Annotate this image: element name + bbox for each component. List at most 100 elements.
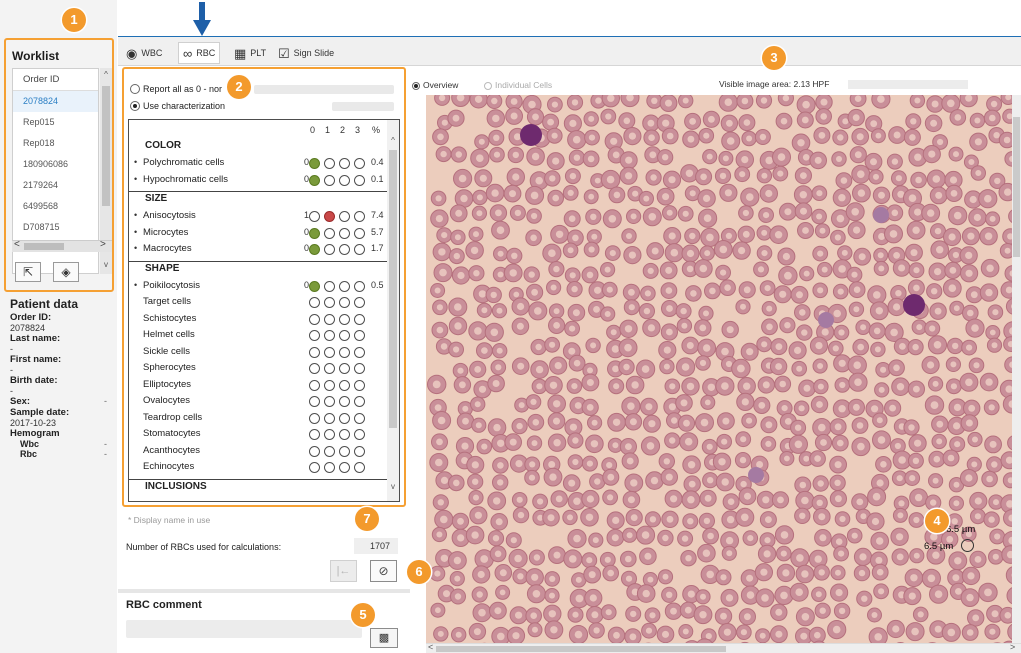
grade-1-radio[interactable]	[324, 429, 335, 440]
grade-2-radio[interactable]	[339, 379, 350, 391]
scroll-down-icon[interactable]: v	[387, 482, 399, 491]
grade-2-radio[interactable]	[339, 412, 350, 424]
grade-3-radio[interactable]	[354, 313, 365, 325]
grade-1-radio[interactable]	[324, 346, 335, 358]
grade-3-radio[interactable]	[354, 174, 365, 186]
worklist-row[interactable]: D708715	[13, 217, 98, 238]
grade-2-radio[interactable]	[339, 211, 350, 222]
grade-3-radio[interactable]	[354, 297, 365, 308]
grade-0-radio[interactable]	[309, 330, 320, 341]
individual-cells-option[interactable]: Individual Cells	[484, 80, 552, 90]
grade-0-radio[interactable]	[309, 363, 320, 374]
grade-2-radio[interactable]	[339, 158, 350, 169]
use-characterization-radio[interactable]	[130, 101, 140, 111]
scroll-up-icon[interactable]: ^	[100, 70, 112, 79]
go-first-button[interactable]: |←	[330, 560, 357, 582]
grade-3-radio[interactable]	[354, 396, 365, 407]
overview-radio[interactable]	[412, 82, 420, 90]
grade-1-radio[interactable]	[324, 244, 335, 255]
tab-rbc[interactable]: ∞ RBC	[178, 42, 221, 64]
grade-2-radio[interactable]	[339, 227, 350, 239]
grade-1-radio[interactable]	[324, 174, 335, 186]
tab-sign-slide[interactable]: ☑ Sign Slide	[278, 44, 334, 62]
grade-1-radio[interactable]	[324, 313, 335, 325]
scroll-down-icon[interactable]: v	[100, 260, 112, 269]
grade-0-radio[interactable]	[309, 429, 320, 440]
rbc-comment-input[interactable]	[126, 620, 362, 638]
grade-2-radio[interactable]	[339, 297, 350, 308]
grade-2-radio[interactable]	[339, 346, 350, 358]
worklist-row[interactable]: Rep018	[13, 133, 98, 154]
grade-2-radio[interactable]	[339, 396, 350, 407]
grade-0-radio[interactable]	[309, 396, 320, 407]
grade-0-radio[interactable]	[309, 379, 320, 391]
grade-0-radio[interactable]	[309, 297, 320, 308]
grade-3-radio[interactable]	[354, 211, 365, 222]
grade-1-radio[interactable]	[324, 297, 335, 308]
grade-2-radio[interactable]	[339, 445, 350, 457]
overview-option[interactable]: Overview	[412, 80, 458, 90]
grade-1-radio[interactable]	[324, 211, 335, 222]
report-all-normal-option[interactable]: Report all as 0 - nor	[130, 83, 222, 95]
grade-0-radio[interactable]	[309, 280, 320, 292]
scroll-right-icon[interactable]: >	[1010, 642, 1015, 652]
scroll-up-icon[interactable]: ^	[387, 136, 399, 145]
image-vscroll-thumb[interactable]	[1013, 117, 1020, 257]
worklist-horizontal-scrollbar[interactable]: < >	[12, 239, 112, 252]
grade-1-radio[interactable]	[324, 379, 335, 391]
grade-3-radio[interactable]	[354, 227, 365, 239]
tab-wbc[interactable]: ◉ WBC	[126, 44, 162, 62]
tab-plt[interactable]: ▦ PLT	[234, 44, 266, 62]
grade-1-radio[interactable]	[324, 280, 335, 292]
worklist-row[interactable]: 2078824	[13, 91, 98, 112]
use-characterization-option[interactable]: Use characterization	[130, 100, 225, 112]
worklist-scroll-thumb[interactable]	[102, 86, 110, 206]
erase-order-button[interactable]: ◈	[53, 262, 79, 282]
individual-cells-radio[interactable]	[484, 82, 492, 90]
scroll-left-icon[interactable]: <	[428, 642, 433, 652]
open-order-button[interactable]: ⇱	[15, 262, 41, 282]
grade-2-radio[interactable]	[339, 429, 350, 440]
cancel-characterization-button[interactable]: ⊘	[370, 560, 397, 582]
grade-2-radio[interactable]	[339, 313, 350, 325]
worklist-hscroll-thumb[interactable]	[24, 243, 64, 250]
grade-0-radio[interactable]	[309, 244, 320, 255]
grade-0-radio[interactable]	[309, 158, 320, 169]
grade-3-radio[interactable]	[354, 346, 365, 358]
grade-2-radio[interactable]	[339, 363, 350, 374]
grade-1-radio[interactable]	[324, 445, 335, 457]
grade-3-radio[interactable]	[354, 379, 365, 391]
grade-2-radio[interactable]	[339, 462, 350, 473]
grade-3-radio[interactable]	[354, 158, 365, 169]
scroll-right-icon[interactable]: >	[100, 239, 106, 250]
grade-0-radio[interactable]	[309, 227, 320, 239]
report-all-radio[interactable]	[130, 84, 140, 94]
grade-0-radio[interactable]	[309, 412, 320, 424]
grade-3-radio[interactable]	[354, 363, 365, 374]
worklist-row[interactable]: Rep015	[13, 112, 98, 133]
grade-0-radio[interactable]	[309, 346, 320, 358]
image-horizontal-scrollbar[interactable]: < >	[426, 642, 1021, 653]
grade-0-radio[interactable]	[309, 462, 320, 473]
grade-0-radio[interactable]	[309, 313, 320, 325]
blood-smear-image[interactable]	[426, 95, 1016, 643]
grade-2-radio[interactable]	[339, 280, 350, 292]
worklist-row[interactable]: 180906086	[13, 154, 98, 175]
grade-0-radio[interactable]	[309, 211, 320, 222]
grade-1-radio[interactable]	[324, 227, 335, 239]
grade-3-radio[interactable]	[354, 280, 365, 292]
scroll-left-icon[interactable]: <	[14, 239, 20, 250]
grade-1-radio[interactable]	[324, 396, 335, 407]
grade-3-radio[interactable]	[354, 429, 365, 440]
characterization-scrollbar[interactable]: ^ v	[387, 120, 399, 501]
grade-3-radio[interactable]	[354, 244, 365, 255]
grade-1-radio[interactable]	[324, 462, 335, 473]
grade-3-radio[interactable]	[354, 330, 365, 341]
grade-1-radio[interactable]	[324, 158, 335, 169]
grade-1-radio[interactable]	[324, 412, 335, 424]
grade-3-radio[interactable]	[354, 462, 365, 473]
grade-1-radio[interactable]	[324, 363, 335, 374]
worklist-column-header[interactable]: Order ID	[13, 69, 98, 91]
image-hscroll-thumb[interactable]	[436, 646, 726, 652]
grade-1-radio[interactable]	[324, 330, 335, 341]
